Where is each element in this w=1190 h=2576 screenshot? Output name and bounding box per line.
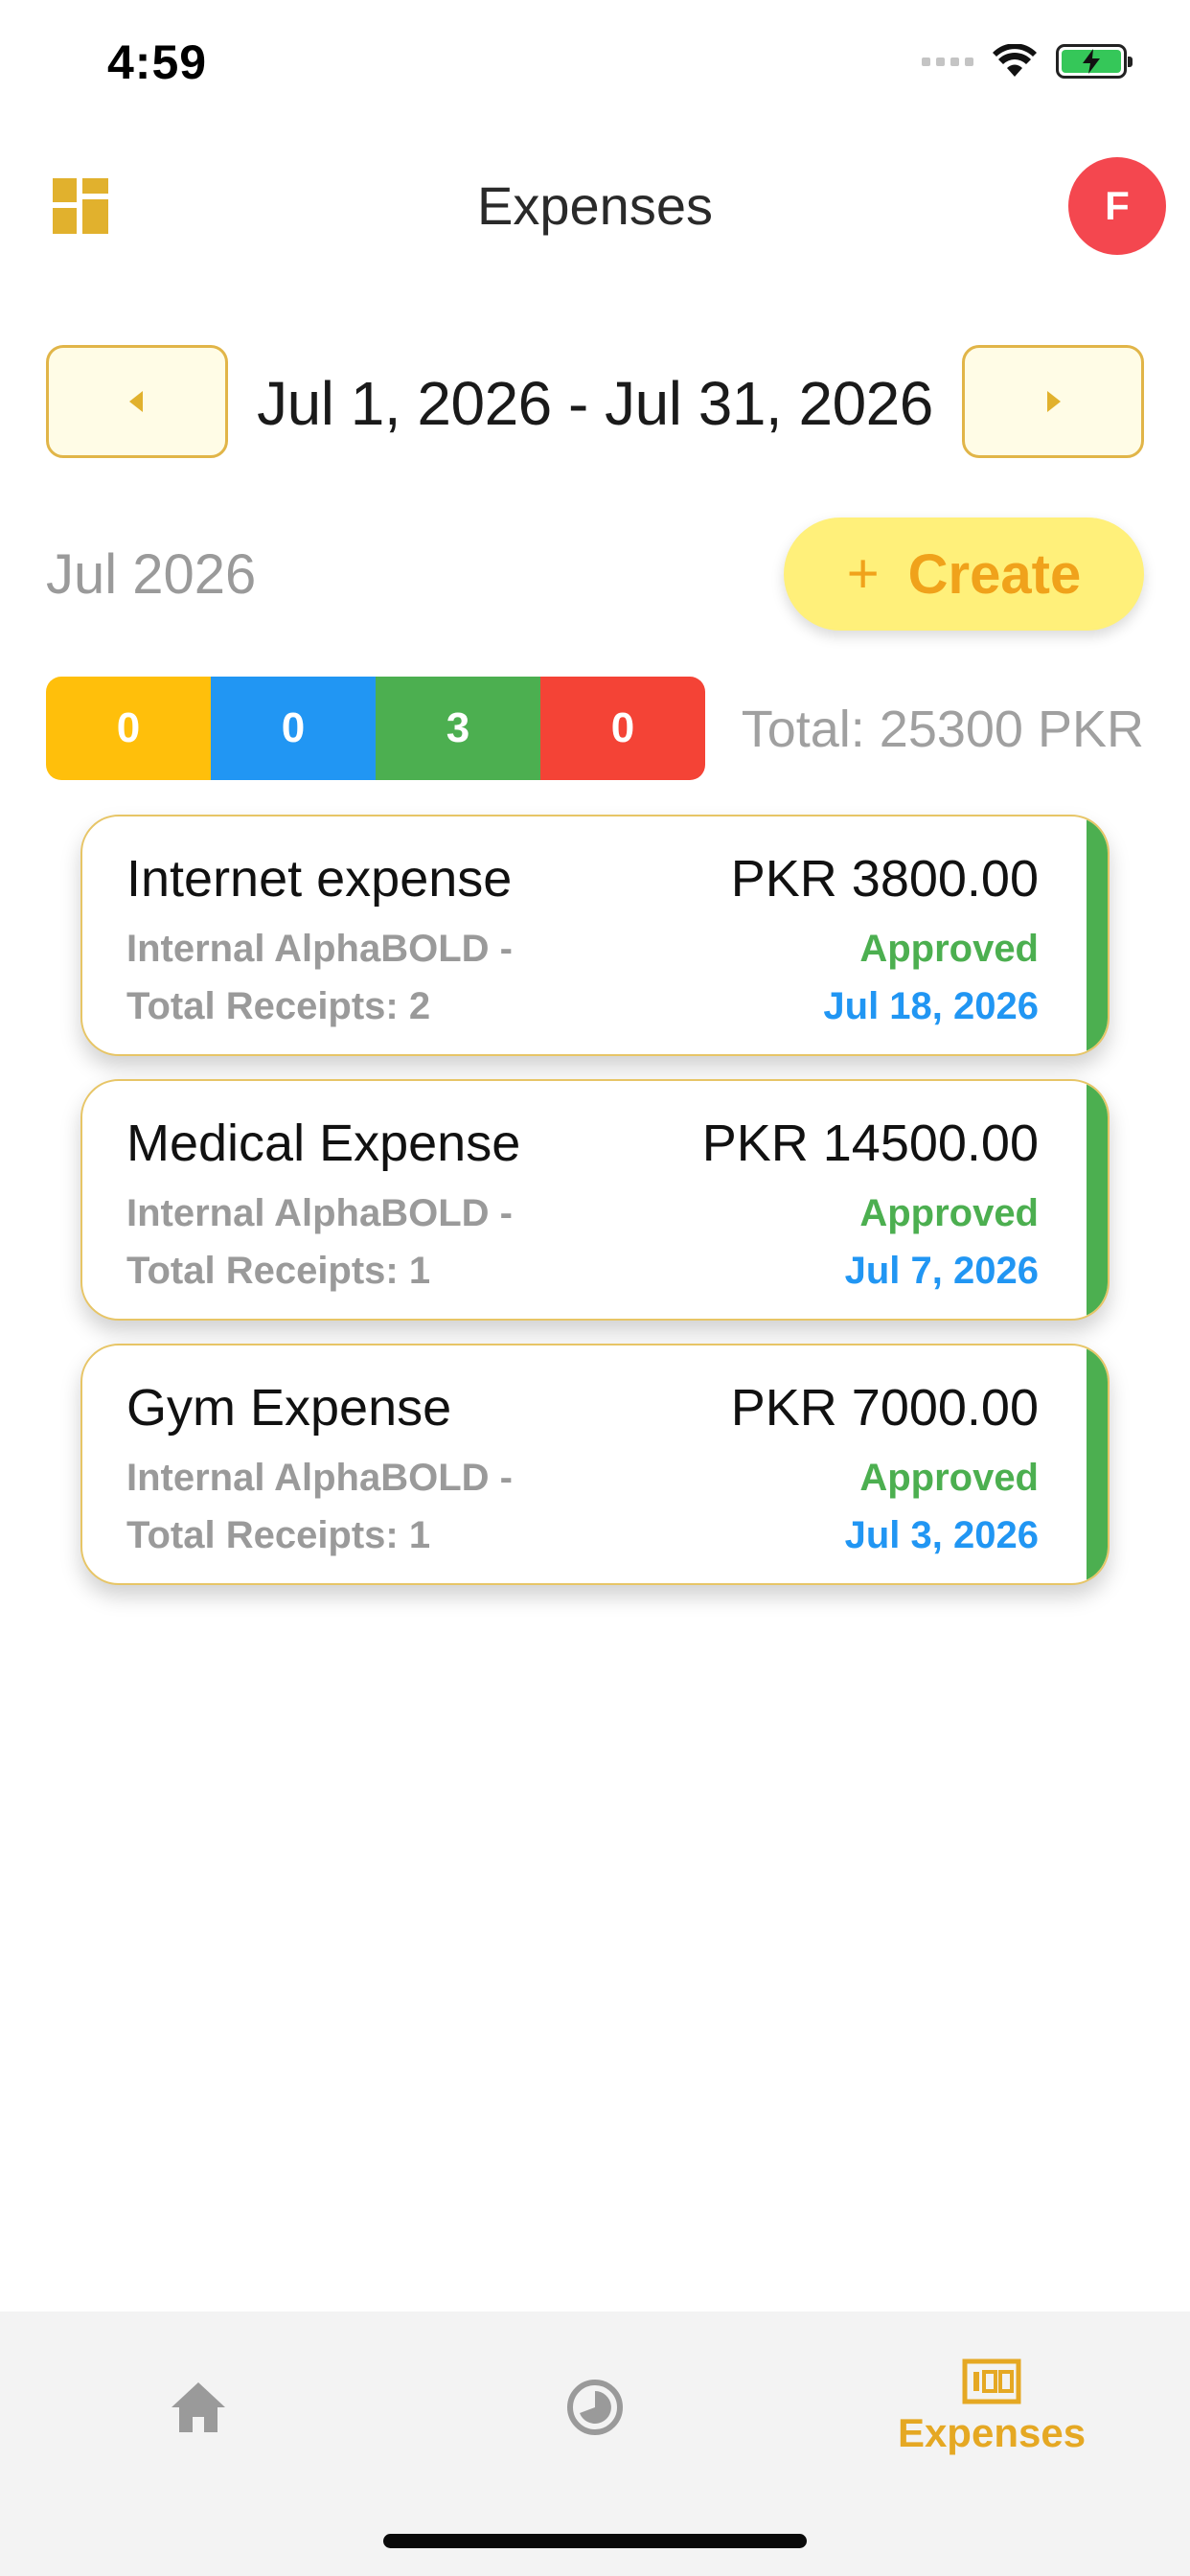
next-month-button[interactable] [962,345,1144,458]
expense-amount: PKR 7000.00 [730,1379,1039,1437]
expense-project: Internal AlphaBOLD - [126,1192,513,1234]
cellular-signal-icon [922,57,973,66]
expense-card[interactable]: Internet expense PKR 3800.00 Internal Al… [80,815,1110,1056]
status-bar: 4:59 [0,0,1190,125]
expense-receipts: Total Receipts: 1 [126,1250,431,1292]
app-header: Expenses F [0,153,1190,259]
month-label: Jul 2026 [46,543,257,606]
create-button-label: Create [907,542,1082,606]
expense-status: Approved [859,928,1039,970]
previous-month-button[interactable] [46,345,228,458]
expense-status: Approved [859,1457,1039,1499]
expense-receipts: Total Receipts: 2 [126,985,431,1027]
tab-home[interactable] [0,2312,397,2503]
date-range-label: Jul 1, 2026 - Jul 31, 2026 [257,369,933,438]
caret-right-icon [1047,391,1061,412]
battery-icon [1056,44,1133,79]
avatar[interactable]: F [1068,157,1166,255]
wifi-icon [993,44,1037,77]
expense-amount: PKR 14500.00 [701,1115,1039,1172]
total-amount: Total: 25300 PKR [741,701,1144,758]
expense-title: Gym Expense [126,1379,452,1437]
status-stripe [1087,816,1108,1054]
expense-amount: PKR 3800.00 [730,850,1039,908]
expense-project: Internal AlphaBOLD - [126,928,513,970]
status-stripe [1087,1346,1108,1583]
status-icons [922,44,1133,79]
receipt-icon [962,2358,1021,2404]
expense-date: Jul 18, 2026 [823,985,1039,1027]
expense-date: Jul 3, 2026 [844,1514,1039,1556]
create-expense-button[interactable]: + Create [784,518,1144,631]
tab-history[interactable] [397,2312,793,2503]
pending-count[interactable]: 0 [46,677,211,780]
caret-left-icon [129,391,143,412]
expense-title: Medical Expense [126,1115,521,1172]
status-time: 4:59 [107,35,208,89]
home-indicator [383,2534,807,2548]
expense-card[interactable]: Gym Expense PKR 7000.00 Internal AlphaBO… [80,1344,1110,1585]
date-range-nav: Jul 1, 2026 - Jul 31, 2026 [46,345,1144,458]
approved-count[interactable]: 3 [376,677,540,780]
plus-icon: + [846,542,880,605]
expense-receipts: Total Receipts: 1 [126,1514,431,1556]
submitted-count[interactable]: 0 [211,677,376,780]
expense-date: Jul 7, 2026 [844,1250,1039,1292]
rejected-count[interactable]: 0 [540,677,705,780]
expense-card[interactable]: Medical Expense PKR 14500.00 Internal Al… [80,1079,1110,1321]
expense-title: Internet expense [126,850,513,908]
tab-expenses[interactable]: Expenses [793,2312,1190,2503]
expense-list: Internet expense PKR 3800.00 Internal Al… [80,815,1110,1608]
home-icon [172,2382,225,2432]
tab-expenses-label: Expenses [897,2410,1087,2455]
pie-chart-icon [567,2380,623,2435]
status-stripe [1087,1081,1108,1319]
status-count-bar: 0 0 3 0 [46,677,705,780]
expense-status: Approved [859,1192,1039,1234]
expense-project: Internal AlphaBOLD - [126,1457,513,1499]
page-title: Expenses [477,175,713,236]
